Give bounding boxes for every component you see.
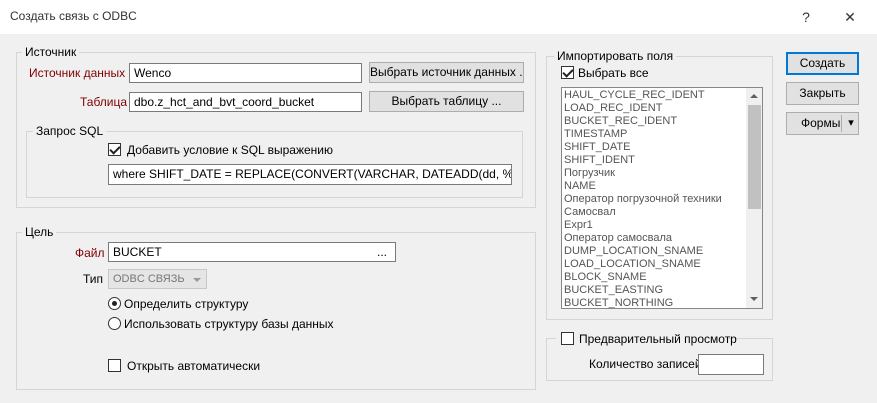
- field-list-item[interactable]: LOAD_REC_IDENT: [562, 102, 746, 115]
- type-dropdown: ODBC СВЯЗЬ: [108, 269, 207, 289]
- fields-listbox[interactable]: HAUL_CYCLE_REC_IDENT LOAD_REC_IDENT BUCKET…: [561, 87, 763, 309]
- scroll-up-icon[interactable]: [750, 94, 758, 98]
- radio-define-structure-label: Определить структуру: [124, 297, 249, 311]
- file-label: Файл: [75, 246, 105, 260]
- preview-label: Предварительный просмотр: [579, 332, 737, 346]
- records-count-label: Количество записей: [589, 357, 702, 371]
- forms-split-divider: [841, 115, 842, 132]
- field-list-item[interactable]: BUCKET_NORTHING: [562, 297, 746, 308]
- forms-button[interactable]: Формы ▾: [786, 112, 859, 135]
- field-list-item[interactable]: LOAD_LOCATION_SNAME: [562, 258, 746, 271]
- target-group-legend: Цель: [22, 225, 57, 239]
- field-list-item[interactable]: HAUL_CYCLE_REC_IDENT: [562, 89, 746, 102]
- select-all-checkbox[interactable]: [561, 66, 574, 79]
- field-list-item[interactable]: SHIFT_DATE: [562, 141, 746, 154]
- field-list-item[interactable]: SHIFT_IDENT: [562, 154, 746, 167]
- forms-dropdown-icon[interactable]: ▾: [845, 113, 857, 134]
- field-list-item[interactable]: Погрузчик: [562, 167, 746, 180]
- field-list-item[interactable]: DUMP_LOCATION_SNAME: [562, 245, 746, 258]
- field-list-item[interactable]: NAME: [562, 180, 746, 193]
- field-list-item[interactable]: Оператор погрузочной техники: [562, 193, 746, 206]
- file-input[interactable]: BUCKET: [108, 242, 396, 262]
- chevron-down-icon: [193, 278, 201, 282]
- import-fields-legend: Импортировать поля: [554, 49, 677, 63]
- records-count-input[interactable]: [698, 354, 764, 375]
- sql-condition-checkbox[interactable]: [108, 143, 121, 156]
- source-group-legend: Источник: [22, 45, 80, 59]
- fields-list: HAUL_CYCLE_REC_IDENT LOAD_REC_IDENT BUCKET…: [562, 89, 746, 308]
- type-label: Тип: [83, 272, 104, 286]
- field-list-item[interactable]: TIMESTAMP: [562, 128, 746, 141]
- radio-use-db-structure[interactable]: [108, 317, 121, 330]
- field-list-item[interactable]: Expr1: [562, 219, 746, 232]
- field-list-item[interactable]: BUCKET_REC_IDENT: [562, 115, 746, 128]
- sql-condition-label: Добавить условие к SQL выражению: [127, 143, 333, 157]
- auto-open-label: Открыть автоматически: [127, 359, 261, 373]
- type-dropdown-value: ODBC СВЯЗЬ: [113, 273, 185, 285]
- create-button[interactable]: Создать: [786, 52, 859, 75]
- scroll-down-icon[interactable]: [750, 297, 758, 301]
- table-input[interactable]: dbo.z_hct_and_bvt_coord_bucket: [129, 92, 362, 112]
- field-list-item[interactable]: BUCKET_EASTING: [562, 284, 746, 297]
- auto-open-checkbox[interactable]: [108, 359, 121, 372]
- datasource-label: Источник данных: [29, 66, 126, 80]
- forms-button-label: Формы: [801, 116, 841, 130]
- radio-use-db-structure-label: Использовать структуру базы данных: [124, 317, 334, 331]
- select-datasource-button[interactable]: Выбрать источник данных ...: [369, 62, 524, 83]
- sql-expression-input[interactable]: where SHIFT_DATE = REPLACE(CONVERT(VARCH…: [108, 164, 512, 185]
- select-table-button[interactable]: Выбрать таблицу ...: [369, 91, 524, 112]
- field-list-item[interactable]: Оператор самосвала: [562, 232, 746, 245]
- field-list-item[interactable]: BLOCK_SNAME: [562, 271, 746, 284]
- table-label: Таблица: [80, 95, 128, 109]
- field-list-item[interactable]: Самосвал: [562, 206, 746, 219]
- help-icon[interactable]: ?: [792, 6, 820, 28]
- radio-define-structure[interactable]: [108, 297, 121, 310]
- datasource-input[interactable]: Wenco: [129, 63, 362, 83]
- preview-checkbox[interactable]: [561, 332, 574, 345]
- select-all-label: Выбрать все: [578, 66, 649, 80]
- close-icon[interactable]: ✕: [836, 6, 864, 28]
- title-bar: Создать связь с ODBC ? ✕: [0, 0, 877, 34]
- sql-group-legend: Запрос SQL: [33, 124, 107, 138]
- close-button[interactable]: Закрыть: [786, 82, 859, 105]
- window-title: Создать связь с ODBC: [10, 9, 137, 23]
- fields-scrollbar[interactable]: [746, 88, 762, 308]
- scroll-thumb[interactable]: [748, 105, 761, 209]
- file-browse-button[interactable]: ...: [377, 245, 387, 259]
